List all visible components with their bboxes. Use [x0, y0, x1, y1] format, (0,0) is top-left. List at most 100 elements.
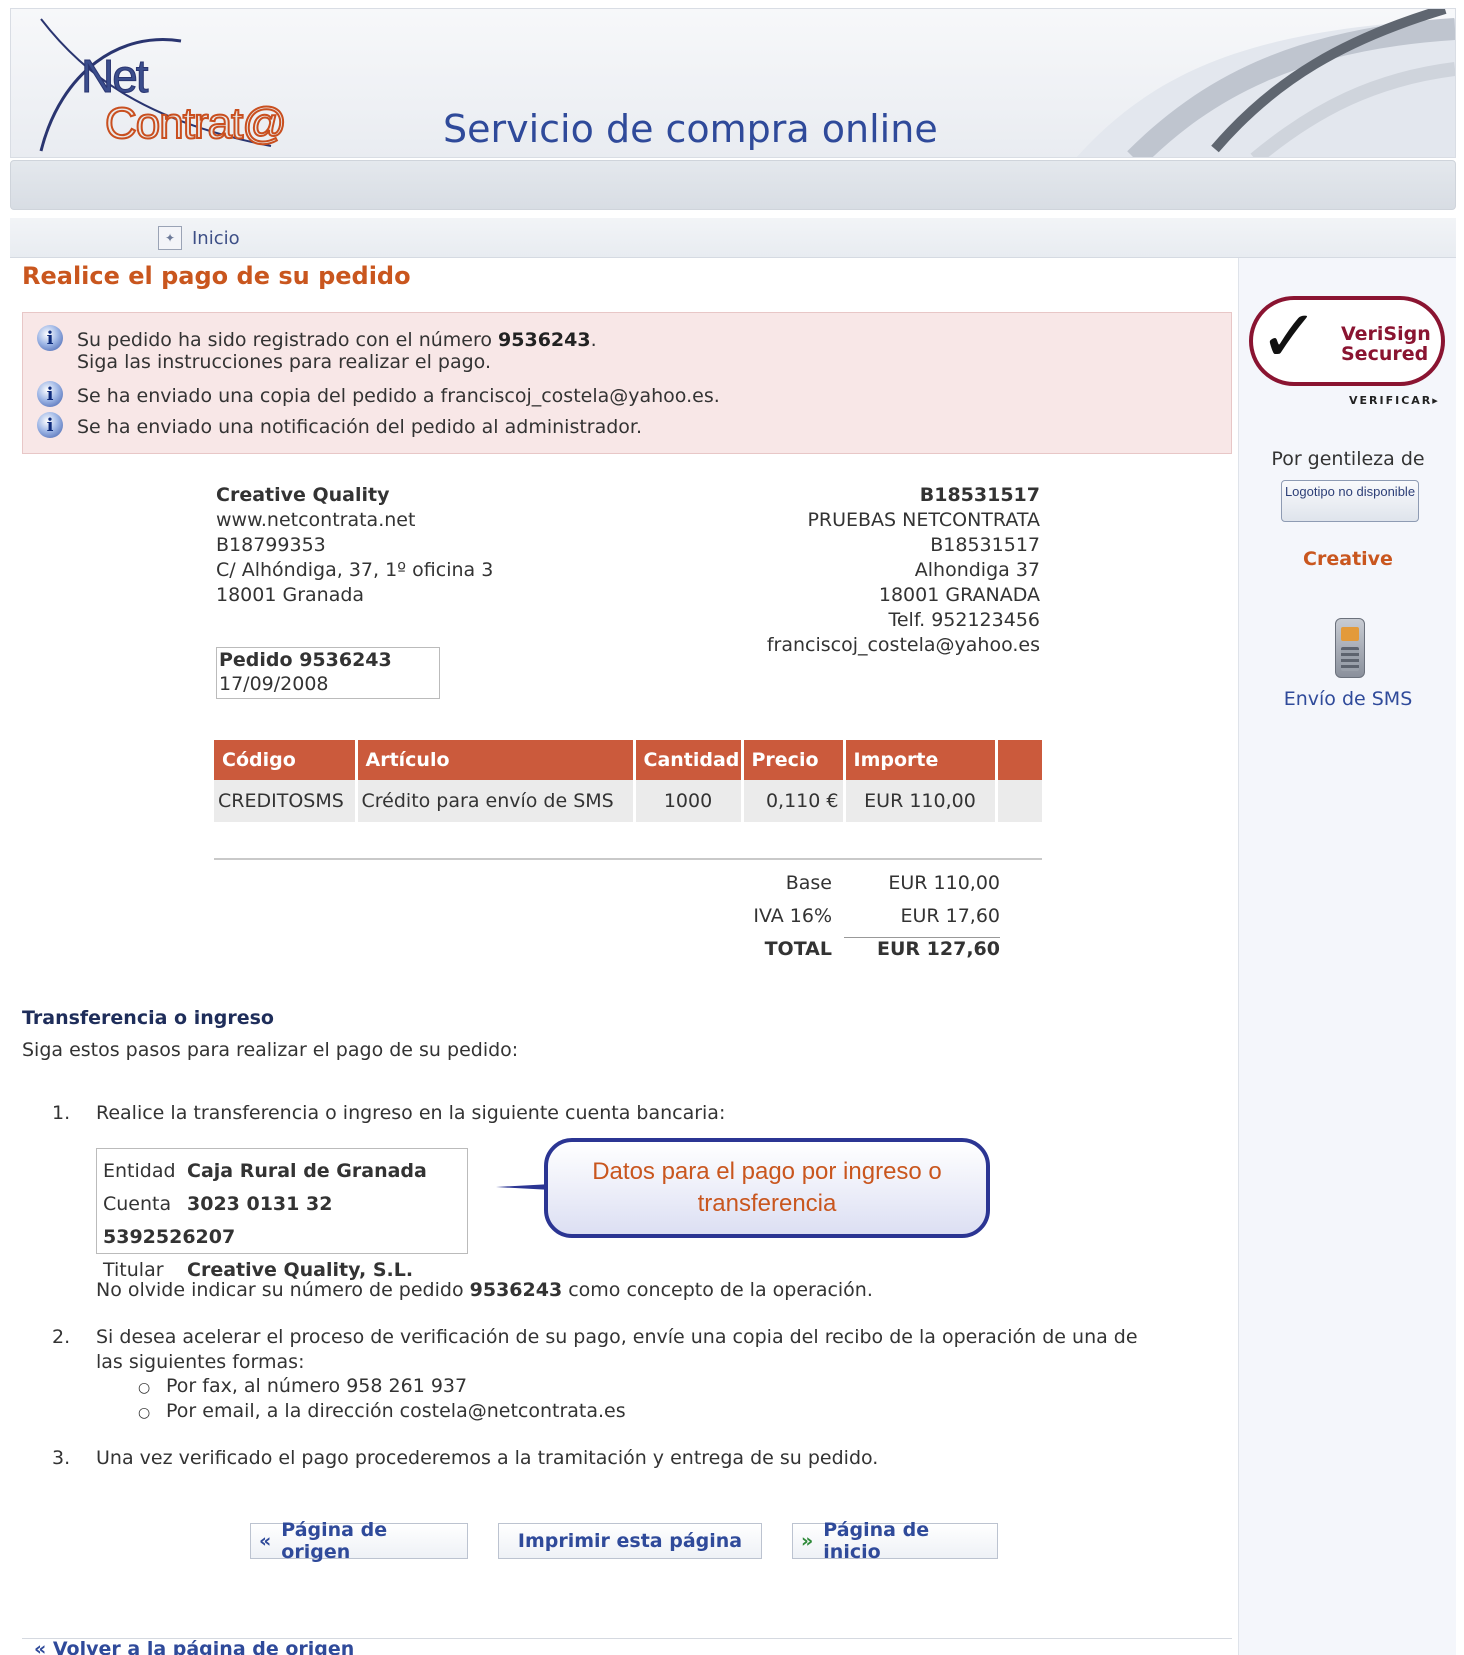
navigation-bar: ✦ Inicio — [10, 218, 1456, 258]
phone-screen — [1341, 627, 1359, 641]
message-order-registered: i Su pedido ha sido registrado con el nú… — [37, 325, 597, 373]
bank-entidad-row: Entidad Caja Rural de Granada — [103, 1155, 467, 1188]
verisign-verify-link[interactable]: VERIFICAR▸ — [1349, 394, 1440, 407]
message-text: Se ha enviado una copia del pedido a fra… — [77, 385, 720, 407]
col-header-importe: Importe — [844, 740, 998, 780]
logo-text-contrata: Contrat@ — [104, 98, 288, 149]
buyer-email: franciscoj_costela@yahoo.es — [766, 634, 1040, 656]
company-name[interactable]: Creative — [1239, 548, 1457, 570]
col-header-articulo: Artículo — [356, 740, 636, 780]
callout-bubble: Datos para el pago por ingreso o transfe… — [496, 1138, 990, 1238]
netcontrata-logo[interactable]: Net Contrat@ — [21, 11, 311, 157]
info-icon: i — [37, 381, 63, 407]
home-button-label: Página de inicio — [823, 1519, 930, 1563]
home-page-button[interactable]: » Página de inicio — [792, 1519, 998, 1563]
cell-precio: 0,110 € — [742, 780, 846, 822]
totals-divider — [214, 858, 1042, 860]
cell-articulo: Crédito para envío de SMS — [356, 780, 636, 822]
cell-codigo: CREDITOSMS — [214, 780, 358, 822]
step-2: 2. Si desea acelerar el proceso de verifi… — [52, 1325, 1138, 1375]
message-copy-sent: i Se ha enviado una copia del pedido a f… — [37, 381, 720, 407]
base-value: EUR 110,00 — [888, 871, 1000, 894]
entidad-label: Entidad — [103, 1160, 176, 1182]
contact-fax: ○ Por fax, al número 958 261 937 — [138, 1375, 467, 1397]
step-number: 1. — [52, 1102, 71, 1124]
cell-importe: EUR 110,00 — [844, 780, 998, 822]
phone-keypad — [1341, 647, 1359, 671]
col-header-codigo: Código — [214, 740, 358, 780]
titular-value: Creative Quality, S.L. — [187, 1259, 414, 1281]
buyer-info: B18531517 PRUEBAS NETCONTRATA B18531517 … — [767, 483, 1040, 658]
bullet-icon: ○ — [138, 1405, 151, 1421]
reminder-prefix: No olvide indicar su número de pedido — [96, 1279, 470, 1301]
buyer-id: B18531517 — [919, 484, 1040, 506]
nav-home-label: Inicio — [192, 227, 240, 249]
order-box: Pedido 9536243 17/09/2008 — [216, 647, 440, 699]
home-icon: ✦ — [158, 226, 182, 250]
table-header-row: Código Artículo Cantidad Precio Importe — [214, 740, 1042, 780]
total-value: EUR 127,60 — [844, 937, 1000, 960]
cuenta-label: Cuenta — [103, 1193, 172, 1215]
header-decoration-icon — [1076, 9, 1455, 157]
page-title: Realice el pago de su pedido — [22, 262, 411, 290]
entidad-value: Caja Rural de Granada — [187, 1160, 427, 1182]
col-header-precio: Precio — [742, 740, 846, 780]
verisign-text: VeriSign Secured — [1341, 324, 1431, 364]
page-header: Net Contrat@ Servicio de compra online — [10, 8, 1456, 158]
buyer-address: Alhondiga 37 — [914, 559, 1040, 581]
totals-iva-row: IVA 16% EUR 17,60 — [740, 899, 1000, 932]
totals-base-row: Base EUR 110,00 — [740, 866, 1000, 899]
double-right-arrow-icon: » — [801, 1530, 814, 1552]
origin-page-button[interactable]: « Página de origen — [250, 1519, 468, 1563]
sms-link[interactable]: Envío de SMS — [1239, 688, 1457, 710]
print-page-button[interactable]: Imprimir esta página — [498, 1523, 762, 1559]
info-icon: i — [37, 325, 63, 351]
mobile-phone-icon[interactable] — [1335, 618, 1365, 678]
step-number: 2. — [52, 1326, 71, 1348]
step-text: Una vez verificado el pago procederemos … — [96, 1447, 879, 1469]
step-text-line2: las siguientes formas: — [96, 1351, 305, 1373]
reminder-order-number: 9536243 — [469, 1279, 563, 1301]
step-text-line1: Si desea acelerar el proceso de verifica… — [96, 1326, 1138, 1348]
message-line2: Siga las instrucciones para realizar el … — [77, 351, 491, 373]
step-text: Realice la transferencia o ingreso en la… — [96, 1102, 726, 1124]
action-buttons: « Página de origen Imprimir esta página … — [250, 1519, 998, 1563]
nav-home-link[interactable]: ✦ Inicio — [158, 226, 240, 250]
verisign-seal[interactable]: ✓ VeriSign Secured VERIFICAR▸ — [1249, 288, 1449, 407]
callout-text: Datos para el pago por ingreso o transfe… — [592, 1158, 942, 1217]
items-table: Código Artículo Cantidad Precio Importe … — [214, 740, 1042, 822]
message-prefix: Su pedido ha sido registrado con el núme… — [77, 329, 499, 351]
logo-text-net: Net — [81, 50, 150, 103]
bank-account-box: Entidad Caja Rural de Granada Cuenta 3023 … — [96, 1148, 468, 1281]
site-title: Servicio de compra online — [443, 107, 938, 151]
seller-info: Creative Quality www.netcontrata.net B18… — [216, 483, 493, 608]
step-1: 1. Realice la transferencia o ingreso en … — [52, 1101, 725, 1126]
info-icon: i — [37, 412, 63, 438]
seller-cif: B18799353 — [216, 534, 326, 556]
table-row: CREDITOSMS Crédito para envío de SMS 100… — [214, 780, 1042, 822]
order-label: Pedido 9536243 — [219, 649, 392, 671]
payment-intro: Siga estos pasos para realizar el pago d… — [22, 1039, 519, 1061]
header-subbar — [10, 160, 1456, 210]
total-label: TOTAL — [764, 937, 832, 960]
iva-value: EUR 17,60 — [900, 904, 1000, 927]
buyer-cif: B18531517 — [930, 534, 1040, 556]
contact-email: ○ Por email, a la dirección costela@netco… — [138, 1400, 626, 1422]
back-to-origin-link[interactable]: « Volver a la página de origen — [34, 1638, 354, 1655]
message-admin-notified: i Se ha enviado una notificación del ped… — [37, 412, 643, 438]
step-number: 3. — [52, 1447, 71, 1469]
origin-button-label: Página de origen — [281, 1519, 388, 1563]
reminder-suffix: como concepto de la operación. — [562, 1279, 873, 1301]
col-header-cantidad: Cantidad — [634, 740, 744, 780]
buyer-city: 18001 GRANADA — [878, 584, 1040, 606]
cell-cantidad: 1000 — [634, 780, 744, 822]
message-text: Se ha enviado una notificación del pedid… — [77, 416, 643, 438]
sidebar: ✓ VeriSign Secured VERIFICAR▸ Por gentil… — [1238, 258, 1456, 1655]
seller-name: Creative Quality — [216, 484, 390, 506]
payment-section-title: Transferencia o ingreso — [22, 1007, 274, 1029]
email-text: Por email, a la dirección costela@netcon… — [166, 1400, 626, 1422]
seller-web: www.netcontrata.net — [216, 509, 416, 531]
cell-extra — [996, 780, 1042, 822]
company-logo-placeholder: Logotipo no disponible — [1281, 480, 1419, 522]
totals-block: Base EUR 110,00 IVA 16% EUR 17,60 TOTAL … — [740, 866, 1000, 965]
